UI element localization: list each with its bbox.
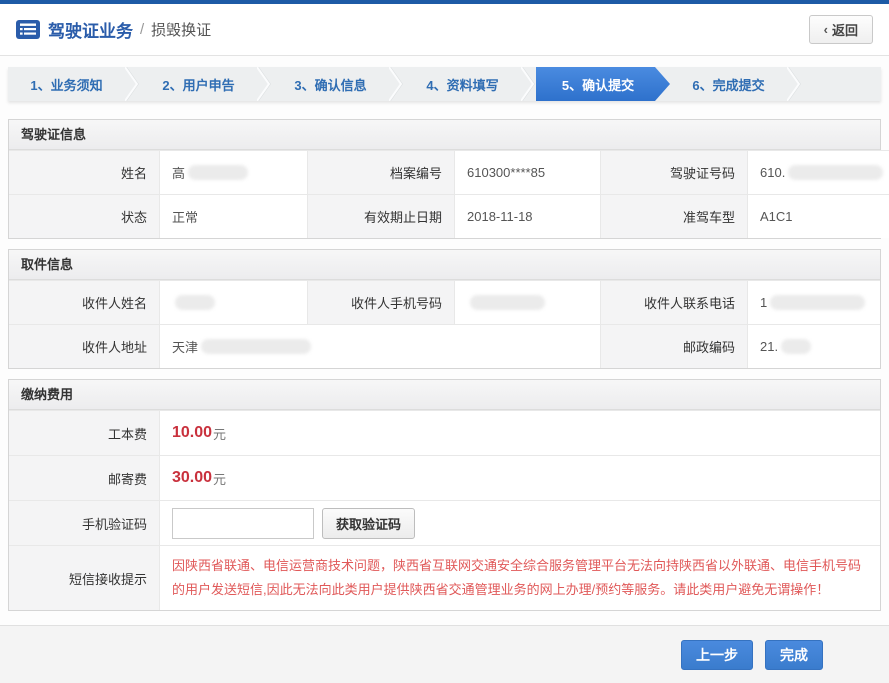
status-label: 状态: [9, 194, 159, 238]
redacted-blur: [781, 339, 811, 354]
postage-fee-unit: 元: [213, 469, 226, 488]
sms-code-label: 手机验证码: [9, 500, 159, 545]
recipient-name-value: [159, 280, 307, 324]
pickup-info-section: 取件信息 收件人姓名 收件人手机号码 收件人联系电话 1 收件人地址 天津 邮政…: [8, 249, 881, 369]
step-2-declaration[interactable]: 2、用户申告: [140, 67, 257, 101]
zip-code-value: 21.: [747, 324, 880, 368]
production-fee-label: 工本费: [9, 410, 159, 455]
fees-section-title: 缴纳费用: [9, 380, 880, 410]
status-value: 正常: [159, 194, 307, 238]
step-bar-filler: [802, 67, 881, 101]
zip-code-label: 邮政编码: [600, 324, 747, 368]
name-value: 高: [159, 150, 307, 194]
license-table: 姓名 高 档案编号 610300****85 驾驶证号码 610. 状态 正常 …: [9, 150, 880, 238]
license-info-section: 驾驶证信息 姓名 高 档案编号 610300****85 驾驶证号码 610. …: [8, 119, 881, 239]
recipient-address-label: 收件人地址: [9, 324, 159, 368]
back-button[interactable]: ‹ 返回: [809, 15, 873, 44]
recipient-phone-value: 1: [747, 280, 880, 324]
footer-action-bar: 上一步 完成: [0, 625, 889, 683]
pickup-table: 收件人姓名 收件人手机号码 收件人联系电话 1 收件人地址 天津 邮政编码 21…: [9, 280, 880, 368]
license-number-label: 驾驶证号码: [600, 150, 747, 194]
breadcrumb-current: 损毁换证: [151, 19, 211, 40]
license-section-title: 驾驶证信息: [9, 120, 880, 150]
previous-step-button[interactable]: 上一步: [681, 640, 753, 670]
sms-code-row: 获取验证码: [159, 500, 880, 545]
step-chevron-separator: [257, 67, 272, 101]
page-title: 驾驶证业务: [48, 17, 133, 42]
file-number-value: 610300****85: [454, 150, 600, 194]
license-form-icon: [16, 20, 40, 39]
sms-notice-label: 短信接收提示: [9, 545, 159, 610]
finish-button[interactable]: 完成: [765, 640, 823, 670]
postage-fee-label: 邮寄费: [9, 455, 159, 500]
name-label: 姓名: [9, 150, 159, 194]
step-chevron-separator: [521, 67, 536, 101]
recipient-mobile-value: [454, 280, 600, 324]
recipient-phone-label: 收件人联系电话: [600, 280, 747, 324]
step-5-confirm-submit-active[interactable]: 5、确认提交: [536, 67, 670, 101]
file-number-label: 档案编号: [307, 150, 454, 194]
chevron-left-icon: ‹: [824, 22, 828, 37]
fees-table: 工本费 10.00 元 邮寄费 30.00 元 手机验证码 获取验证码 短信接收…: [9, 410, 880, 610]
expiry-date-label: 有效期止日期: [307, 194, 454, 238]
redacted-blur: [770, 295, 865, 310]
step-chevron-separator: [125, 67, 140, 101]
step-1-notice[interactable]: 1、业务须知: [8, 67, 125, 101]
production-fee-value: 10.00 元: [159, 410, 880, 455]
step-6-complete[interactable]: 6、完成提交: [670, 67, 787, 101]
production-fee-unit: 元: [213, 424, 226, 443]
expiry-date-value: 2018-11-18: [454, 194, 600, 238]
breadcrumb-separator: /: [140, 21, 144, 38]
step-chevron-separator: [787, 67, 802, 101]
vehicle-class-label: 准驾车型: [600, 194, 747, 238]
redacted-blur: [470, 295, 545, 310]
pickup-section-title: 取件信息: [9, 250, 880, 280]
recipient-mobile-label: 收件人手机号码: [307, 280, 454, 324]
redacted-blur: [175, 295, 215, 310]
page-header: 驾驶证业务 / 损毁换证 ‹ 返回: [0, 4, 889, 56]
back-button-label: 返回: [832, 20, 858, 39]
postage-fee-value: 30.00 元: [159, 455, 880, 500]
production-fee-amount: 10.00: [172, 424, 212, 442]
step-4-fill-data[interactable]: 4、资料填写: [404, 67, 521, 101]
license-number-value: 610.: [747, 150, 889, 194]
step-3-confirm-info[interactable]: 3、确认信息: [272, 67, 389, 101]
recipient-address-value: 天津: [159, 324, 600, 368]
vehicle-class-value: A1C1: [747, 194, 889, 238]
fees-section: 缴纳费用 工本费 10.00 元 邮寄费 30.00 元 手机验证码 获取验证码…: [8, 379, 881, 611]
recipient-name-label: 收件人姓名: [9, 280, 159, 324]
sms-notice-text: 因陕西省联通、电信运营商技术问题，陕西省互联网交通安全综合服务管理平台无法向持陕…: [172, 546, 868, 610]
sms-code-input[interactable]: [172, 508, 314, 539]
redacted-blur: [188, 165, 248, 180]
postage-fee-amount: 30.00: [172, 469, 212, 487]
redacted-blur: [201, 339, 311, 354]
sms-notice-cell: 因陕西省联通、电信运营商技术问题，陕西省互联网交通安全综合服务管理平台无法向持陕…: [159, 545, 880, 610]
step-wizard: 1、业务须知 2、用户申告 3、确认信息 4、资料填写 5、确认提交 6、完成提…: [8, 67, 881, 101]
redacted-blur: [788, 165, 883, 180]
get-sms-code-button[interactable]: 获取验证码: [322, 508, 415, 539]
step-chevron-separator: [389, 67, 404, 101]
